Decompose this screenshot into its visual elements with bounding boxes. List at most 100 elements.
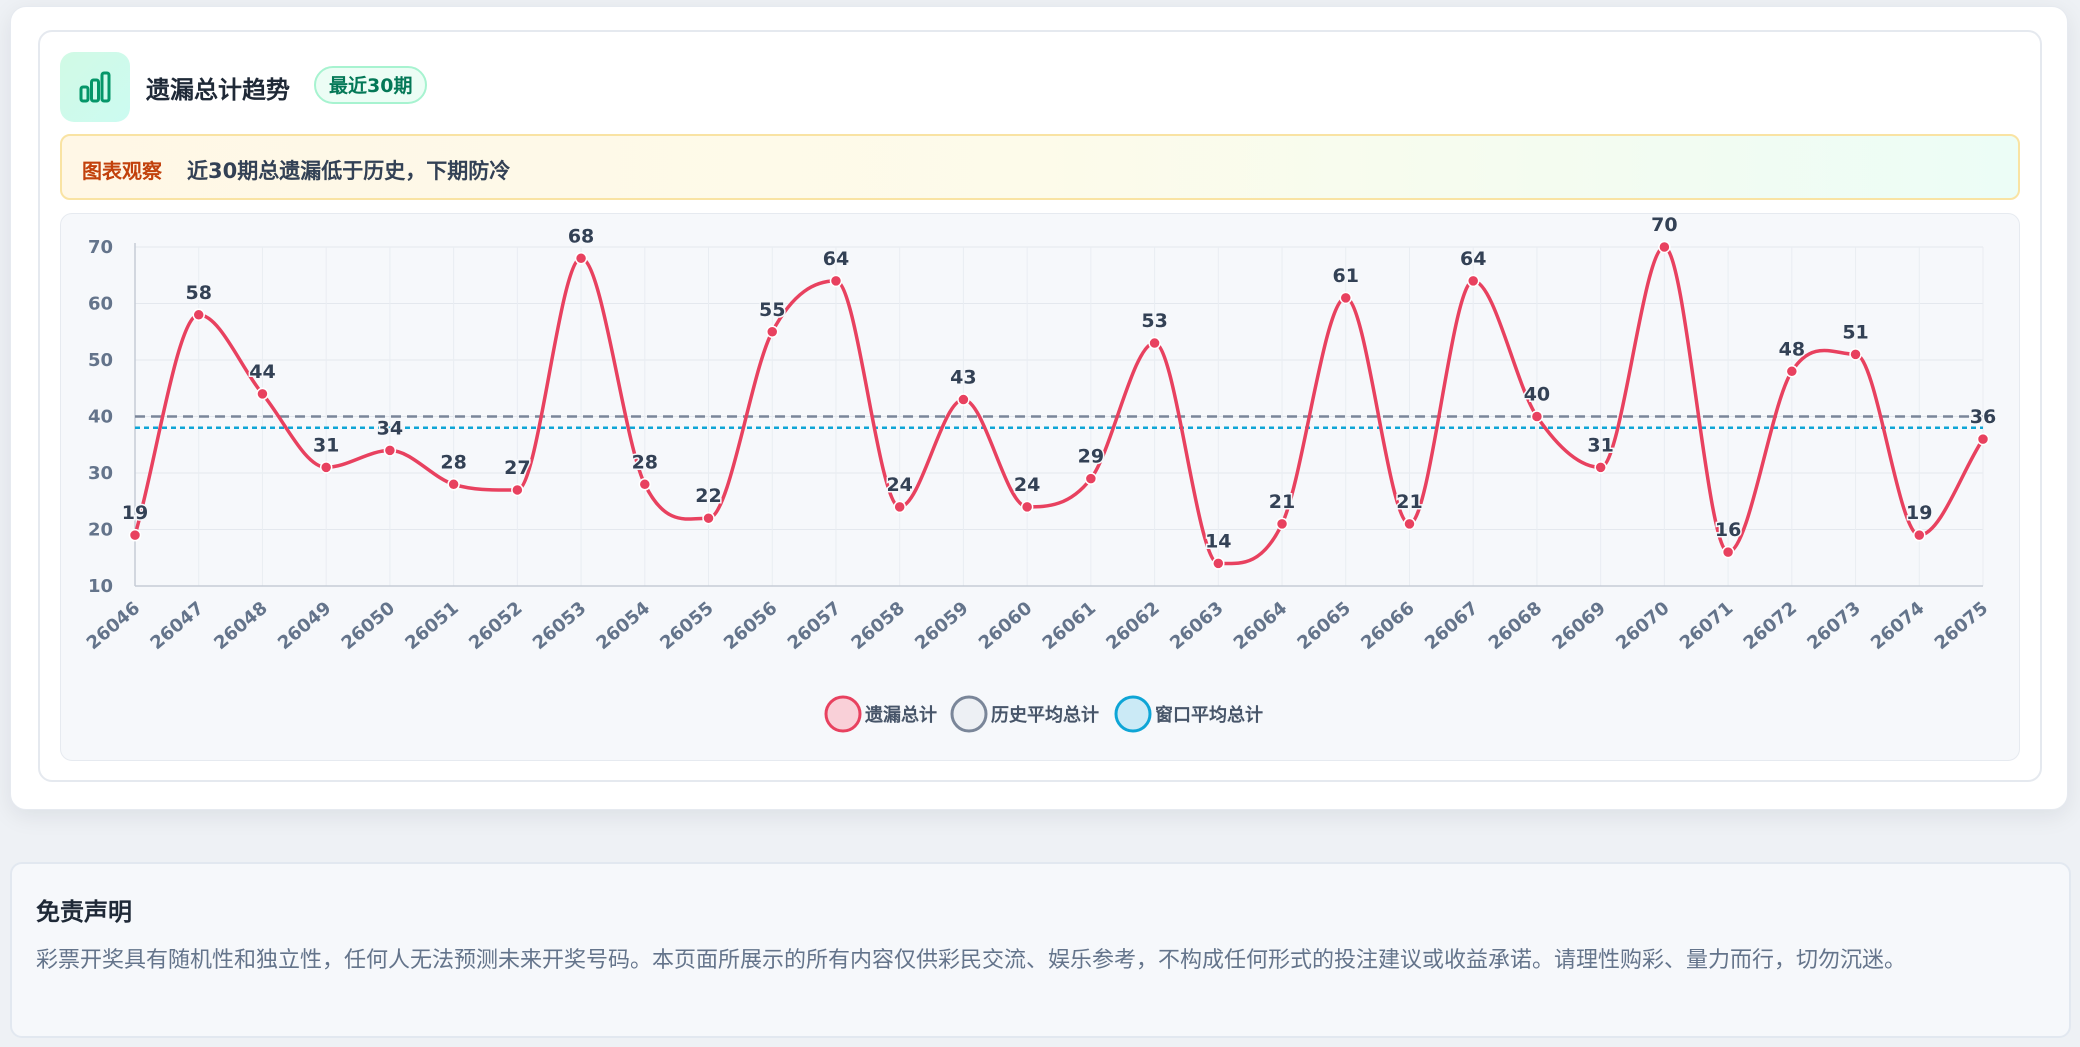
x-tick-label: 26062 [1102, 598, 1163, 654]
period-badge: 最近30期 [314, 66, 428, 104]
data-label: 19 [122, 502, 148, 524]
x-tick-label: 26058 [847, 598, 908, 654]
data-label: 31 [313, 434, 339, 456]
x-tick-label: 26064 [1230, 598, 1291, 654]
x-tick-label: 26061 [1039, 598, 1100, 654]
y-tick-label: 30 [88, 463, 113, 484]
x-tick-label: 26074 [1867, 598, 1928, 654]
data-label: 68 [568, 225, 594, 247]
y-tick-label: 10 [88, 576, 113, 597]
data-point [128, 528, 142, 542]
x-tick-label: 26046 [83, 598, 144, 654]
data-point [383, 444, 397, 457]
data-label: 61 [1333, 265, 1359, 287]
x-tick-label: 26050 [338, 598, 399, 654]
data-label: 51 [1842, 321, 1868, 343]
data-label: 29 [1078, 446, 1104, 468]
data-point [1913, 528, 1926, 542]
data-label: 53 [1141, 310, 1167, 332]
disclaimer-text: 彩票开奖具有随机性和独立性，任何人无法预测未来开奖号码。本页面所展示的所有内容仅… [36, 948, 1907, 973]
data-point [1339, 291, 1353, 305]
disclaimer-panel: 免责声明 彩票开奖具有随机性和独立性，任何人无法预测未来开奖号码。本页面所展示的… [10, 862, 2071, 1038]
data-label: 24 [886, 474, 912, 496]
data-label: 14 [1205, 530, 1231, 552]
data-point [702, 511, 715, 525]
legend-series: 遗漏总计 [824, 695, 937, 733]
data-point [1849, 348, 1862, 361]
x-tick-label: 26069 [1548, 598, 1609, 654]
data-point [1212, 557, 1225, 570]
legend-label: 遗漏总计 [864, 704, 937, 726]
data-label: 31 [1587, 434, 1613, 456]
data-label: 28 [632, 451, 658, 473]
data-point [1530, 410, 1544, 423]
data-label: 19 [1906, 502, 1932, 524]
card-title: 遗漏总计趋势 [146, 76, 290, 104]
observation-text: 近30期总遗漏低于历史，下期防冷 [187, 159, 511, 183]
legend-window-avg: 窗口平均总计 [1114, 695, 1263, 733]
x-tick-label: 26049 [274, 598, 335, 654]
data-label: 48 [1779, 338, 1805, 360]
x-tick-label: 26065 [1294, 598, 1355, 654]
x-tick-label: 26048 [210, 598, 271, 654]
data-point [319, 461, 333, 474]
data-point [829, 274, 843, 288]
x-tick-label: 26056 [720, 598, 781, 654]
data-label: 16 [1715, 519, 1741, 541]
data-label: 21 [1396, 491, 1422, 513]
data-point [1976, 432, 1990, 446]
y-tick-label: 70 [88, 237, 113, 258]
legend-label: 历史平均总计 [991, 704, 1099, 726]
x-tick-label: 26063 [1166, 598, 1227, 654]
data-point [256, 387, 269, 401]
x-tick-label: 26051 [401, 598, 462, 654]
legend-marker [1114, 695, 1152, 733]
data-point [1275, 517, 1289, 531]
data-label: 64 [1460, 248, 1486, 270]
y-tick-label: 40 [88, 407, 113, 428]
data-point [1403, 517, 1416, 531]
data-label: 27 [504, 457, 530, 479]
data-point [1658, 240, 1671, 254]
y-tick-label: 50 [88, 350, 113, 371]
x-tick-label: 26068 [1485, 598, 1546, 654]
x-tick-label: 26054 [593, 598, 654, 654]
data-label: 24 [1014, 474, 1040, 496]
y-tick-label: 20 [88, 520, 113, 541]
x-tick-label: 26075 [1931, 598, 1992, 654]
x-tick-label: 26071 [1676, 598, 1737, 654]
x-tick-label: 26070 [1612, 598, 1673, 654]
legend-history-avg: 历史平均总计 [950, 695, 1099, 733]
data-label: 55 [759, 299, 785, 321]
y-tick-label: 60 [88, 294, 113, 315]
trend-line-chart: 1020304050607026046 26047 26048 26049 26050 2… [83, 214, 1998, 733]
data-point [1785, 365, 1799, 378]
data-point [957, 393, 970, 406]
data-point [1148, 336, 1161, 350]
data-label: 21 [1269, 491, 1295, 513]
data-point [765, 325, 779, 338]
chart-panel: 10 20 30 40 50 60 70 26046 26047 26048 26049 26050 2… [60, 213, 2020, 761]
observation-banner: 图表观察 近30期总遗漏低于历史，下期防冷 [60, 134, 2020, 200]
data-label: 40 [1524, 384, 1550, 406]
observation-label: 图表观察 [82, 159, 162, 183]
data-label: 34 [377, 417, 403, 439]
x-tick-label: 26055 [656, 598, 717, 654]
data-point [1721, 545, 1735, 559]
data-point [1020, 500, 1034, 514]
data-point [638, 478, 652, 491]
data-label: 28 [440, 451, 466, 473]
data-point [1084, 472, 1098, 485]
x-tick-label: 26073 [1803, 598, 1864, 654]
data-label: 22 [695, 485, 721, 507]
x-tick-label: 26047 [146, 598, 207, 654]
data-label: 64 [823, 248, 849, 270]
x-tick-label: 26066 [1357, 598, 1418, 654]
data-label: 58 [185, 282, 211, 304]
data-point [1594, 461, 1607, 474]
x-tick-label: 26060 [975, 598, 1036, 654]
data-point [192, 308, 205, 322]
x-tick-label: 26067 [1421, 598, 1482, 654]
legend-marker [824, 695, 862, 733]
data-point [1466, 274, 1480, 288]
